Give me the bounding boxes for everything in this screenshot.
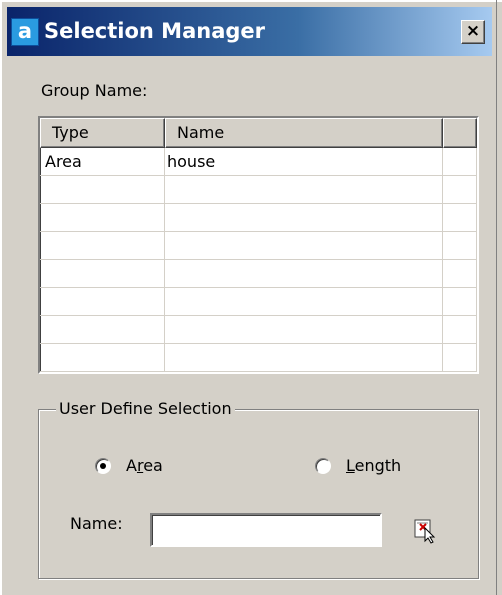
column-header-name[interactable]: Name [165, 118, 443, 148]
cell-name [165, 344, 443, 372]
name-input[interactable] [150, 513, 382, 547]
table-row[interactable] [40, 316, 477, 344]
cell-name [165, 176, 443, 204]
area-radio-label[interactable]: Area [126, 456, 163, 476]
title-bar[interactable]: a Selection Manager × [7, 7, 492, 56]
table-row[interactable] [40, 232, 477, 260]
cell-name [165, 204, 443, 232]
table-row[interactable] [40, 260, 477, 288]
cell-blank [443, 176, 477, 204]
close-icon: × [465, 21, 481, 41]
table-row[interactable] [40, 204, 477, 232]
cell-blank [443, 316, 477, 344]
cell-type [40, 344, 165, 372]
table-body: Area house [40, 148, 477, 372]
name-field-label: Name: [70, 514, 123, 533]
table-row[interactable] [40, 176, 477, 204]
window-title: Selection Manager [44, 19, 266, 43]
window-right-edge [496, 0, 497, 595]
cell-name [165, 288, 443, 316]
user-define-selection-title: User Define Selection [56, 399, 235, 419]
cell-blank [443, 232, 477, 260]
cell-name [165, 316, 443, 344]
length-radio[interactable] [315, 458, 331, 474]
cell-type [40, 232, 165, 260]
cell-blank [443, 148, 477, 176]
cell-blank [443, 344, 477, 372]
group-name-label: Group Name: [41, 81, 148, 100]
cell-type [40, 288, 165, 316]
column-header-blank[interactable] [443, 118, 477, 148]
cell-type: Area [40, 148, 165, 176]
cell-blank [443, 288, 477, 316]
table-row[interactable] [40, 344, 477, 372]
close-button[interactable]: × [461, 20, 485, 44]
cell-type [40, 204, 165, 232]
table-row[interactable] [40, 288, 477, 316]
cell-name [165, 260, 443, 288]
app-logo-icon: a [11, 18, 39, 46]
cell-type [40, 176, 165, 204]
cell-name: house [165, 148, 443, 176]
column-header-type[interactable]: Type [40, 118, 165, 148]
pick-entity-icon [414, 519, 436, 544]
selection-manager-dialog: a Selection Manager × Group Name: Type N… [0, 0, 502, 595]
table-row[interactable]: Area house [40, 148, 477, 176]
pick-entity-button[interactable] [412, 516, 440, 544]
cell-type [40, 316, 165, 344]
cell-blank [443, 260, 477, 288]
table-header: Type Name [40, 118, 477, 148]
user-define-selection-group [38, 409, 479, 579]
length-radio-label[interactable]: Length [346, 456, 401, 476]
group-list-table[interactable]: Type Name Area house [38, 116, 479, 374]
cell-type [40, 260, 165, 288]
cell-name [165, 232, 443, 260]
cell-blank [443, 204, 477, 232]
radio-selected-dot [100, 463, 106, 469]
area-radio[interactable] [95, 458, 111, 474]
